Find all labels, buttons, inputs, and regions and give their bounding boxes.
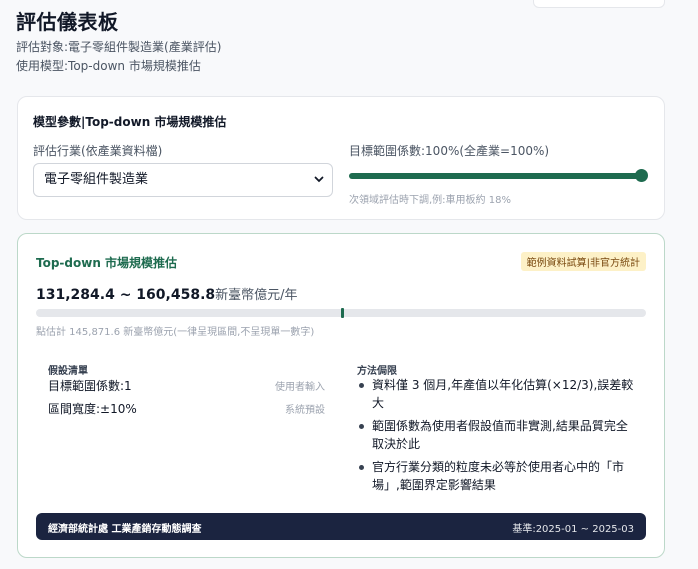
- chevron-down-icon: [314, 164, 324, 210]
- result-card-title: Top-down 市場規模推估: [36, 256, 178, 270]
- bullet-icon: [359, 383, 364, 388]
- model-used-text: 使用模型:Top-down 市場規模推估: [16, 59, 201, 73]
- limitations-title: 方法侷限: [357, 366, 397, 377]
- top-action-button[interactable]: [533, 0, 665, 8]
- estimate-range-numbers: 131,284.4 ~ 160,458.8: [36, 287, 216, 303]
- range-coefficient-slider[interactable]: [349, 169, 648, 182]
- parameters-card-title: 模型參數|Top-down 市場規模推估: [33, 115, 227, 129]
- limitation-text: 資料僅 3 個月,年產值以年化估算(×12/3),誤差較大: [372, 378, 634, 410]
- estimate-range: 131,284.4 ~ 160,458.8新臺幣億元/年: [36, 284, 298, 303]
- estimate-range-unit: 新臺幣億元/年: [215, 288, 298, 303]
- assumption-source: 系統預設: [285, 405, 325, 416]
- industry-select-value: 電子零組件製造業: [44, 172, 149, 187]
- range-coefficient-label: 目標範圍係數:100%(全產業=100%): [349, 144, 550, 158]
- model-parameters-card: 模型參數|Top-down 市場規模推估 評估行業(依產業資料檔) 電子零組件製…: [17, 96, 665, 220]
- estimate-range-bar: [36, 308, 646, 318]
- assumption-source: 使用者輸入: [275, 382, 325, 393]
- assessment-target-text: 評估對象:電子零組件製造業(產業評估): [16, 40, 222, 54]
- page-title: 評估儀表板: [16, 10, 119, 34]
- slider-fill: [349, 173, 641, 179]
- data-source-text: 經濟部統計處 工業產銷存動態調查: [48, 524, 202, 535]
- data-source-footer: 經濟部統計處 工業產銷存動態調查 基準:2025-01 ~ 2025-03: [36, 513, 646, 540]
- sample-data-badge: 範例資料試算|非官方統計: [520, 252, 646, 271]
- industry-select[interactable]: 電子零組件製造業: [33, 163, 333, 197]
- range-coefficient-hint: 次領域評估時下調,例:車用板約 18%: [349, 195, 511, 206]
- point-estimate-marker: [341, 308, 344, 318]
- limitations-list: 資料僅 3 個月,年產值以年化估算(×12/3),誤差較大 範圍係數為使用者假設…: [357, 376, 637, 499]
- limitation-text: 範圍係數為使用者假設值而非實測,結果品質完全取決於此: [372, 419, 628, 451]
- assumption-label: 目標範圍係數:1: [48, 379, 132, 393]
- slider-thumb[interactable]: [635, 169, 648, 182]
- assumption-label: 區間寬度:±10%: [48, 402, 137, 416]
- limitation-item: 範圍係數為使用者假設值而非實測,結果品質完全取決於此: [357, 417, 637, 453]
- market-size-result-card: Top-down 市場規模推估 範例資料試算|非官方統計 131,284.4 ~…: [17, 233, 665, 558]
- data-basis-period: 基準:2025-01 ~ 2025-03: [512, 524, 634, 535]
- bullet-icon: [359, 424, 364, 429]
- limitation-item: 資料僅 3 個月,年產值以年化估算(×12/3),誤差較大: [357, 376, 637, 412]
- limitation-item: 官方行業分類的粒度未必等於使用者心中的「市場」,範圍界定影響結果: [357, 458, 637, 494]
- assumptions-title: 假設清單: [48, 366, 88, 377]
- assumption-item: 區間寬度:±10% 系統預設: [48, 400, 325, 417]
- point-estimate-note: 點估計 145,871.6 新臺幣億元(一律呈現區間,不呈現單一數字): [36, 327, 315, 338]
- limitation-text: 官方行業分類的粒度未必等於使用者心中的「市場」,範圍界定影響結果: [372, 460, 625, 492]
- assumption-item: 目標範圍係數:1 使用者輸入: [48, 377, 325, 394]
- bullet-icon: [359, 465, 364, 470]
- industry-select-label: 評估行業(依產業資料檔): [33, 144, 163, 158]
